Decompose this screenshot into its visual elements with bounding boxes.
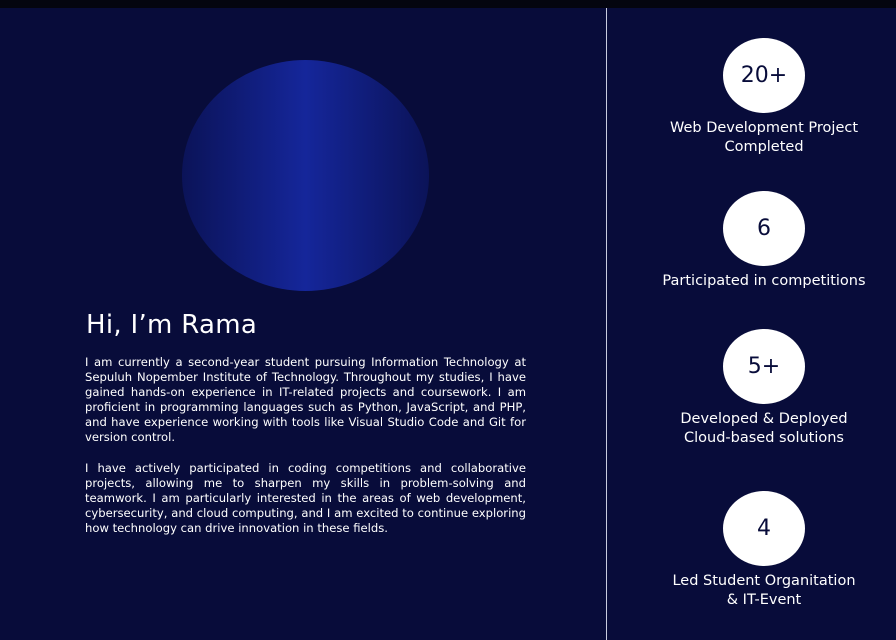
stat-label: Led Student Organitation & IT-Event bbox=[632, 572, 896, 610]
stat-label-line: Participated in competitions bbox=[662, 273, 866, 289]
stat-label-line: Developed & Deployed bbox=[680, 411, 848, 427]
about-paragraph-1: I am currently a second-year student pur… bbox=[85, 355, 526, 445]
stat-web-projects: 20+ Web Development Project Completed bbox=[632, 38, 896, 157]
stat-label-line: Web Development Project bbox=[669, 120, 859, 136]
top-bar bbox=[0, 0, 896, 8]
profile-avatar bbox=[182, 60, 429, 291]
stat-label-line: Cloud-based solutions bbox=[683, 430, 844, 446]
stat-value-badge: 5+ bbox=[723, 329, 805, 404]
stat-label-line: & IT-Event bbox=[726, 592, 802, 608]
stat-led-organization: 4 Led Student Organitation & IT-Event bbox=[632, 491, 896, 610]
stat-label-line: Led Student Organitation bbox=[672, 573, 856, 589]
stat-value-badge: 20+ bbox=[723, 38, 805, 113]
stat-label: Participated in competitions bbox=[632, 272, 896, 291]
stat-cloud-solutions: 5+ Developed & Deployed Cloud-based solu… bbox=[632, 329, 896, 448]
about-text: I am currently a second-year student pur… bbox=[85, 355, 526, 536]
stat-label-line: Completed bbox=[724, 139, 804, 155]
stat-label: Web Development Project Completed bbox=[632, 119, 896, 157]
stat-value-badge: 4 bbox=[723, 491, 805, 566]
stat-label: Developed & Deployed Cloud-based solutio… bbox=[632, 410, 896, 448]
stat-value-badge: 6 bbox=[723, 191, 805, 266]
section-divider bbox=[606, 8, 607, 640]
about-paragraph-2: I have actively participated in coding c… bbox=[85, 460, 526, 535]
greeting-heading: Hi, I’m Rama bbox=[86, 310, 258, 340]
stat-competitions: 6 Participated in competitions bbox=[632, 191, 896, 291]
